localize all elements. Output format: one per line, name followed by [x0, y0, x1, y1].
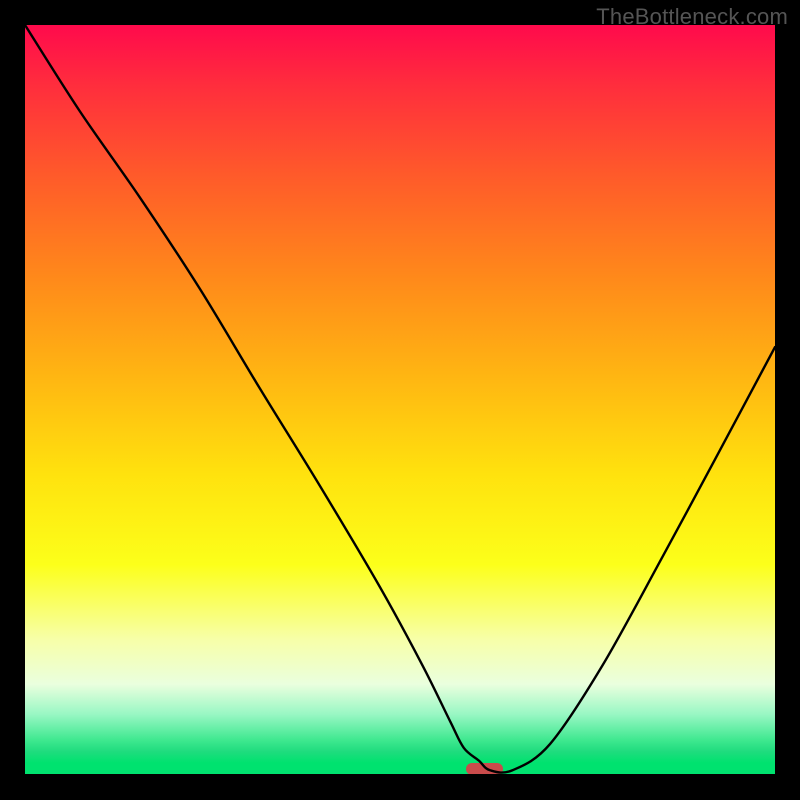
bottleneck-curve — [25, 25, 775, 774]
watermark-text: TheBottleneck.com — [596, 4, 788, 30]
plot-area — [25, 25, 775, 774]
chart-frame: TheBottleneck.com — [0, 0, 800, 800]
